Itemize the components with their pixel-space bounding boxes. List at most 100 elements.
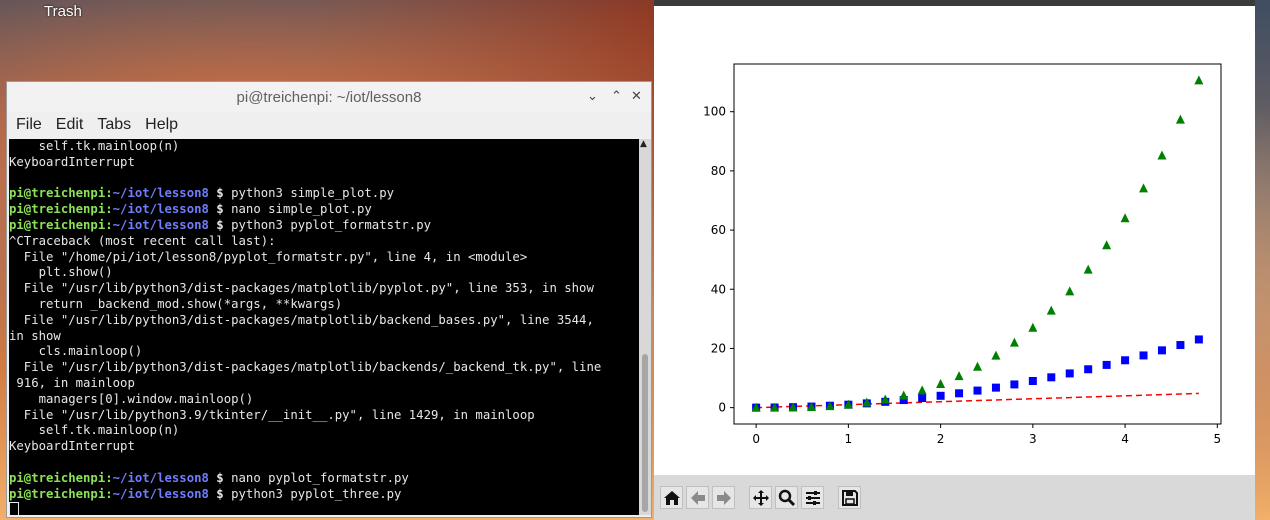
terminal-prompt-line: pi@treichenpi:~/iot/lesson8 $ nano pyplo… xyxy=(9,471,639,487)
prompt-path: ~/iot/lesson8 xyxy=(112,486,209,501)
prompt-path: ~/iot/lesson8 xyxy=(112,217,209,232)
menu-tabs[interactable]: Tabs xyxy=(97,116,131,134)
x-tick-label: 2 xyxy=(937,432,945,446)
configure-icon[interactable] xyxy=(801,486,824,509)
forward-icon[interactable] xyxy=(712,486,735,509)
point-blue-square xyxy=(1194,335,1203,344)
terminal-output-line: managers[0].window.mainloop() xyxy=(9,391,254,406)
terminal-menubar: File Edit Tabs Help xyxy=(7,112,651,138)
point-green-triangle xyxy=(1120,213,1130,223)
prompt-path: ~/iot/lesson8 xyxy=(112,202,209,217)
y-tick-label: 60 xyxy=(711,223,726,237)
back-icon[interactable] xyxy=(686,486,709,509)
point-blue-square xyxy=(1176,341,1185,350)
terminal-output-line: File "/home/pi/iot/lesson8/pyplot_format… xyxy=(9,249,528,264)
terminal-prompt-line: pi@treichenpi:~/iot/lesson8 $ python3 py… xyxy=(9,487,639,503)
point-green-triangle xyxy=(991,350,1001,360)
menu-help[interactable]: Help xyxy=(145,116,178,134)
menu-edit[interactable]: Edit xyxy=(56,116,84,134)
terminal-output[interactable]: self.tk.mainloop(n) KeyboardInterrupt pi@t… xyxy=(9,139,639,515)
close-icon[interactable]: ✕ xyxy=(631,88,642,104)
terminal-output-line: 916, in mainloop xyxy=(9,375,135,390)
point-green-triangle xyxy=(1083,264,1093,274)
y-tick-label: 20 xyxy=(711,341,726,355)
terminal-output-line: File "/usr/lib/python3.9/tkinter/__init_… xyxy=(9,407,535,422)
point-blue-square xyxy=(1010,380,1019,389)
maximize-icon[interactable]: ⌃ xyxy=(611,88,622,104)
prompt-command: nano pyplot_formatstr.py xyxy=(223,470,409,485)
terminal-output-line: File "/usr/lib/python3/dist-packages/mat… xyxy=(9,312,594,327)
plot-canvas: 0 1 2 3 4 5 0 20 40 60 80 100 xyxy=(703,63,1222,446)
prompt-path: ~/iot/lesson8 xyxy=(112,470,209,485)
point-green-triangle xyxy=(1157,150,1167,160)
terminal-output-line: KeyboardInterrupt xyxy=(9,439,135,454)
terminal-output-line: return _backend_mod.show(*args, **kwargs… xyxy=(9,296,343,311)
terminal-output-line: ^CTraceback (most recent call last): xyxy=(9,233,276,248)
minimize-icon[interactable]: ⌄ xyxy=(587,88,598,104)
terminal-output-line: self.tk.mainloop(n) xyxy=(9,423,180,438)
point-blue-square xyxy=(955,389,964,398)
point-blue-square xyxy=(991,383,1000,392)
prompt-path: ~/iot/lesson8 xyxy=(112,186,209,201)
point-blue-square xyxy=(936,391,945,400)
terminal-output-line: cls.mainloop() xyxy=(9,344,143,359)
prompt-symbol: $ xyxy=(208,486,224,501)
point-blue-square xyxy=(1065,369,1074,378)
prompt-user: pi@treichenpi: xyxy=(9,217,113,232)
trash-label[interactable]: Trash xyxy=(44,3,82,20)
pan-icon[interactable] xyxy=(749,486,772,509)
y-tick-label: 40 xyxy=(711,282,726,296)
terminal-output-line: KeyboardInterrupt xyxy=(9,154,135,169)
point-blue-square xyxy=(1121,356,1130,365)
prompt-user: pi@treichenpi: xyxy=(9,186,113,201)
terminal-prompt-line: pi@treichenpi:~/iot/lesson8 $ python3 py… xyxy=(9,218,639,234)
point-green-triangle xyxy=(973,361,982,371)
point-green-triangle xyxy=(917,385,927,395)
terminal-scrollbar[interactable]: ▲ xyxy=(639,139,651,515)
terminal-cursor-line xyxy=(9,502,639,515)
prompt-user: pi@treichenpi: xyxy=(9,486,113,501)
point-green-triangle xyxy=(1046,305,1056,315)
point-blue-square xyxy=(1139,351,1148,360)
terminal-output-line: plt.show() xyxy=(9,265,113,280)
prompt-command: python3 simple_plot.py xyxy=(223,186,394,201)
prompt-symbol: $ xyxy=(208,186,224,201)
point-blue-square xyxy=(1047,373,1056,382)
x-tick-label: 1 xyxy=(845,432,853,446)
save-icon[interactable] xyxy=(838,486,861,509)
point-green-triangle xyxy=(1065,286,1075,296)
prompt-command: python3 pyplot_formatstr.py xyxy=(223,217,432,232)
point-blue-square xyxy=(1028,377,1037,386)
terminal-prompt-line: pi@treichenpi:~/iot/lesson8 $ python3 si… xyxy=(9,186,639,202)
x-tick-label: 3 xyxy=(1029,432,1037,446)
point-green-triangle xyxy=(1009,337,1019,347)
point-blue-square xyxy=(1102,360,1111,369)
zoom-icon[interactable] xyxy=(775,486,798,509)
point-green-triangle xyxy=(1175,114,1185,124)
prompt-user: pi@treichenpi: xyxy=(9,202,113,217)
y-tick-label: 0 xyxy=(718,401,726,415)
x-tick-label: 0 xyxy=(752,432,760,446)
terminal-window: pi@treichenpi: ~/iot/lesson8 ⌄ ⌃ ✕ File … xyxy=(6,81,652,518)
home-icon[interactable] xyxy=(660,486,683,509)
point-blue-square xyxy=(1157,346,1166,355)
y-tick-label: 80 xyxy=(711,164,726,178)
point-blue-square xyxy=(918,394,927,403)
menu-file[interactable]: File xyxy=(16,116,42,134)
terminal-titlebar[interactable]: pi@treichenpi: ~/iot/lesson8 ⌄ ⌃ ✕ xyxy=(7,82,651,112)
point-green-triangle xyxy=(1028,322,1038,332)
point-green-triangle xyxy=(1139,183,1149,193)
prompt-symbol: $ xyxy=(208,470,224,485)
prompt-user: pi@treichenpi: xyxy=(9,470,113,485)
scroll-up-icon[interactable]: ▲ xyxy=(640,139,647,149)
figure-window: 0 1 2 3 4 5 0 20 40 60 80 100 xyxy=(654,6,1255,520)
y-tick-label: 100 xyxy=(703,105,726,119)
point-green-triangle xyxy=(936,378,946,388)
scrollbar-thumb[interactable] xyxy=(642,354,648,512)
prompt-symbol: $ xyxy=(208,217,224,232)
prompt-command: python3 pyplot_three.py xyxy=(223,486,402,501)
figure-toolbar xyxy=(654,475,1255,520)
point-green-triangle xyxy=(954,371,964,381)
terminal-title: pi@treichenpi: ~/iot/lesson8 xyxy=(236,89,422,106)
